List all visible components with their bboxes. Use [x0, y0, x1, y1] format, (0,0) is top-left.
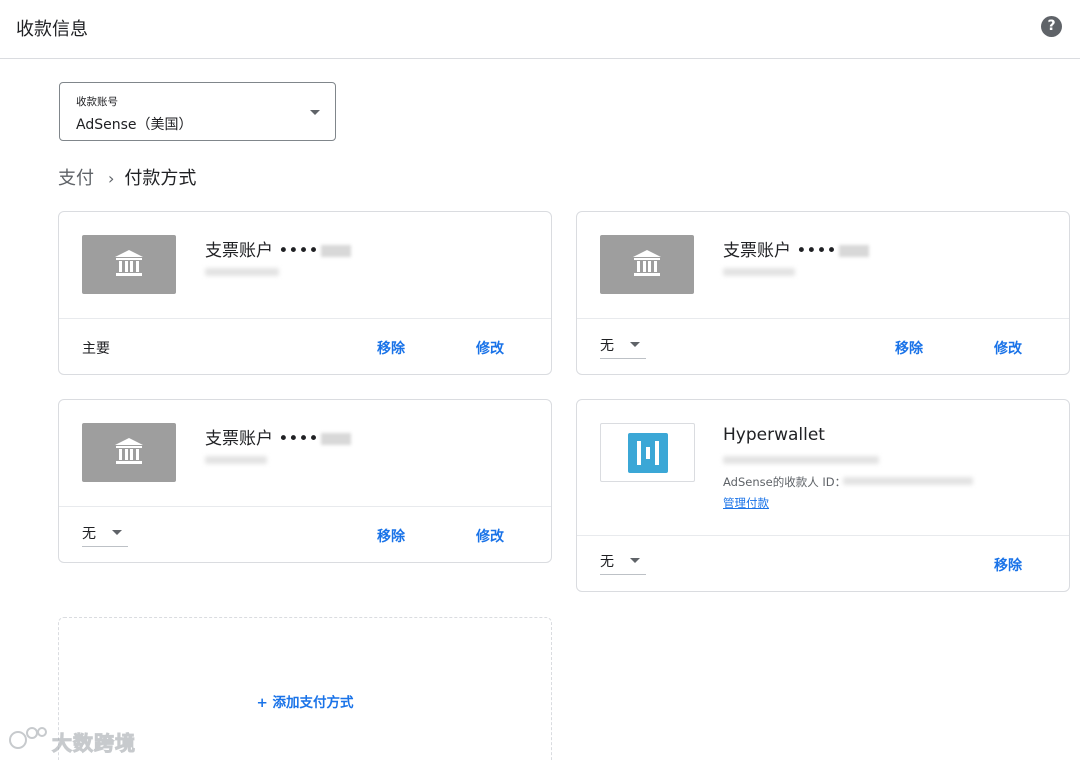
bank-icon: [82, 423, 176, 482]
payment-method-card: 支票账户 •••• 无 移除 修改: [576, 211, 1070, 375]
watermark-logo-icon: [9, 727, 47, 749]
chevron-right-icon: ›: [108, 169, 115, 188]
dropdown-arrow-icon: [630, 342, 640, 347]
payment-method-card: 支票账户 •••• 无 移除 修改: [58, 399, 552, 563]
payment-account-label: 收款账号: [76, 96, 118, 108]
status-label: 主要: [82, 341, 110, 357]
edit-button[interactable]: 修改: [994, 338, 1022, 358]
bank-icon: [82, 235, 176, 294]
manage-payments-link[interactable]: 管理付款: [723, 495, 769, 511]
breadcrumb-current: 付款方式: [124, 168, 197, 189]
account-title: 支票账户 ••••: [723, 236, 869, 261]
masked-number: [838, 245, 869, 257]
remove-button[interactable]: 移除: [994, 555, 1022, 575]
hyperwallet-logo: [600, 423, 695, 482]
edit-button[interactable]: 修改: [476, 338, 504, 358]
payment-account-value: AdSense（美国）: [76, 117, 193, 133]
edit-button[interactable]: 修改: [476, 526, 504, 546]
breadcrumb-payments-link[interactable]: 支付: [58, 168, 94, 189]
page-title: 收款信息: [16, 19, 88, 40]
payment-method-card: 支票账户 •••• 主要 移除 修改: [58, 211, 552, 375]
redacted-email: [723, 456, 879, 464]
bank-icon: [600, 235, 694, 294]
status-dropdown[interactable]: 无: [82, 520, 128, 547]
dropdown-arrow-icon: [310, 110, 320, 115]
help-icon[interactable]: ?: [1041, 16, 1062, 37]
masked-number: [320, 245, 351, 257]
hyperwallet-card: Hyperwallet AdSense的收款人 ID： 管理付款 无 移除: [576, 399, 1070, 592]
hyperwallet-title: Hyperwallet: [723, 425, 825, 445]
status-dropdown[interactable]: 无: [600, 548, 646, 575]
remove-button[interactable]: 移除: [377, 526, 405, 546]
redacted-detail: [205, 456, 267, 464]
page-header: 收款信息 ?: [0, 0, 1080, 59]
status-dropdown[interactable]: 无: [600, 332, 646, 359]
dropdown-arrow-icon: [630, 558, 640, 563]
redacted-payee-id: [843, 477, 973, 485]
watermark-text: 大数跨境: [52, 731, 136, 756]
add-payment-method-label: + 添加支付方式: [256, 695, 354, 711]
redacted-detail: [205, 268, 279, 276]
breadcrumb: 支付 › 付款方式: [58, 164, 197, 189]
redacted-detail: [723, 268, 795, 276]
payee-id-label: AdSense的收款人 ID：: [723, 475, 847, 489]
dropdown-arrow-icon: [112, 530, 122, 535]
remove-button[interactable]: 移除: [895, 338, 923, 358]
payment-account-select[interactable]: 收款账号 AdSense（美国）: [59, 82, 336, 141]
masked-number: [320, 433, 351, 445]
remove-button[interactable]: 移除: [377, 338, 405, 358]
account-title: 支票账户 ••••: [205, 236, 351, 261]
account-title: 支票账户 ••••: [205, 424, 351, 449]
